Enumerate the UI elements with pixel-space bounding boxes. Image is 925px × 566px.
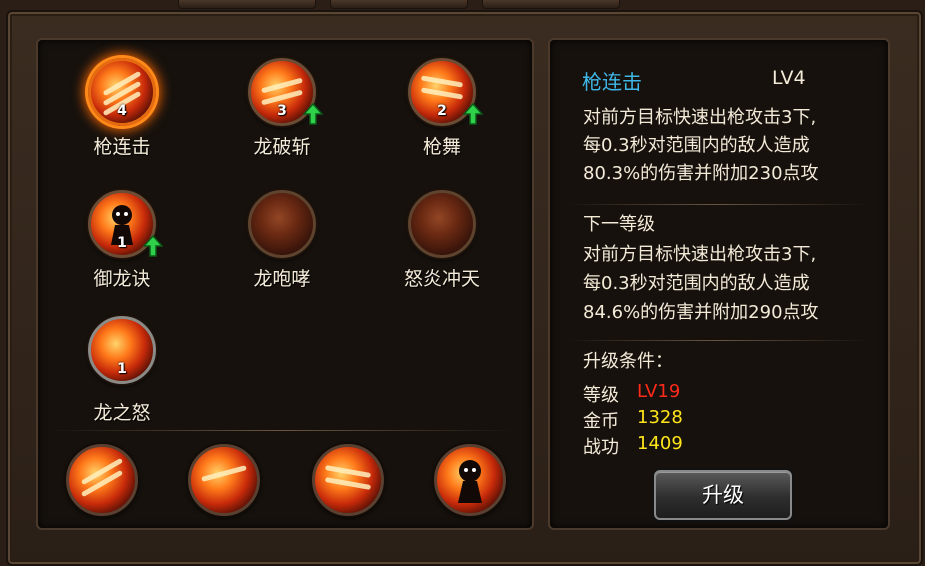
top-tab-2[interactable] [330, 0, 468, 9]
skill-name: 龙之怒 [93, 402, 151, 424]
skill-name: 御龙诀 [93, 268, 151, 290]
skill-name: 龙破斩 [253, 136, 311, 158]
warrior-silhouette [458, 460, 482, 503]
upgrade-arrow-icon [463, 103, 483, 125]
next-level-label: 下一等级 [583, 214, 655, 235]
skill-item-2[interactable]: 2 枪舞 [382, 58, 502, 159]
upgrade-conditions-title: 升级条件： [583, 351, 673, 372]
skill-item-5[interactable]: 怒炎冲天 [382, 190, 502, 291]
condition-value-level: LV19 [637, 381, 681, 402]
equipped-slot-2[interactable] [188, 444, 260, 516]
skill-item-0[interactable]: 4 枪连击 [62, 58, 182, 159]
dragon-art-icon: 1 [88, 190, 163, 258]
upgrade-arrow-icon [303, 103, 323, 125]
skill-item-6[interactable]: 1 龙之怒 [62, 316, 182, 425]
detail-separator [566, 204, 868, 205]
detail-separator [566, 340, 868, 341]
equipped-slot-3[interactable] [312, 444, 384, 516]
condition-label-gold: 金币 [583, 411, 619, 432]
top-tab-3[interactable] [482, 0, 620, 9]
dragon-fury-icon: 1 [88, 316, 156, 384]
current-desc-line: 每0.3秒对范围内的敌人造成 [583, 135, 810, 156]
top-tab-1[interactable] [178, 0, 316, 9]
dragon-slash-icon: 3 [248, 58, 323, 126]
next-desc-line: 每0.3秒对范围内的敌人造成 [583, 273, 810, 294]
skill-level: 1 [117, 361, 127, 377]
spear-combo-icon: 4 [88, 58, 156, 126]
equipped-slot-1[interactable] [66, 444, 138, 516]
flame-burst-icon [408, 190, 476, 258]
upgrade-button[interactable]: 升级 [654, 470, 792, 520]
skill-item-4[interactable]: 龙咆哮 [222, 190, 342, 291]
current-desc-line: 对前方目标快速出枪攻击3下, [583, 107, 817, 128]
condition-value-merit: 1409 [637, 433, 683, 454]
detail-skill-title: 枪连击 [582, 70, 642, 94]
skill-level: 4 [117, 103, 127, 119]
skill-name: 怒炎冲天 [403, 268, 480, 290]
dragon-roar-icon [248, 190, 316, 258]
slot-divider [48, 430, 516, 431]
spear-dance-icon: 2 [408, 58, 483, 126]
skill-item-3[interactable]: 1 御龙诀 [62, 190, 182, 291]
condition-label-merit: 战功 [583, 437, 619, 458]
equipped-slot-4[interactable] [434, 444, 506, 516]
detail-skill-level: LV4 [772, 67, 806, 89]
next-desc-line: 84.6%的伤害并附加290点攻 [583, 302, 819, 323]
skill-name: 枪舞 [422, 136, 461, 158]
condition-label-level: 等级 [583, 385, 619, 406]
upgrade-arrow-icon [143, 235, 163, 257]
skill-name: 枪连击 [93, 136, 151, 158]
current-desc-line: 80.3%的伤害并附加230点攻 [583, 163, 819, 184]
next-desc-line: 对前方目标快速出枪攻击3下, [583, 244, 817, 265]
skill-item-1[interactable]: 3 龙破斩 [222, 58, 342, 159]
skill-name: 龙咆哮 [253, 268, 311, 290]
condition-value-gold: 1328 [637, 407, 683, 428]
